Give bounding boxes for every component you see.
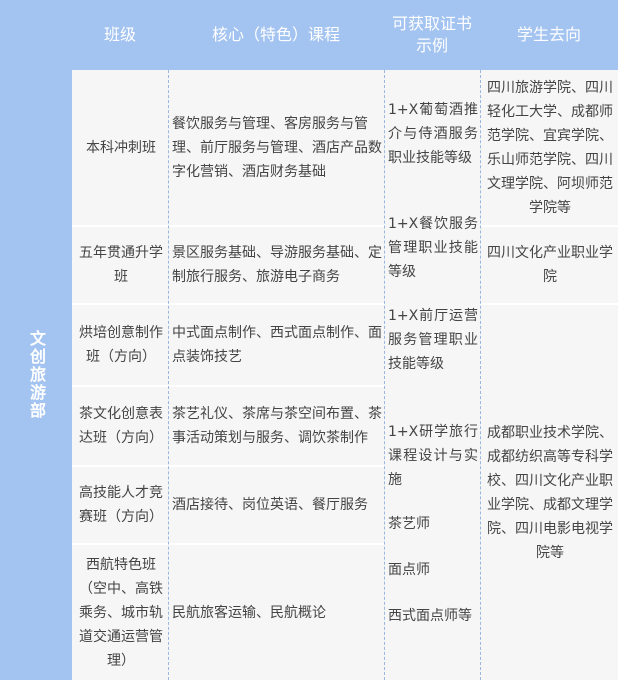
header-certificates: 可获取证书示例 (384, 0, 480, 70)
department-label: 文创旅游部 (27, 330, 46, 420)
class-name-cell: 五年贯通升学班 (72, 227, 168, 303)
department-cell: 文创旅游部 (0, 70, 72, 680)
header-class: 班级 (72, 0, 168, 70)
courses-cell: 景区服务基础、导游服务基础、定制旅行服务、旅游电子商务 (168, 227, 384, 303)
enrollment-table: 班级 核心（特色）课程 可获取证书示例 学生去向 文创旅游部 本科冲刺班 五年贯… (0, 0, 618, 680)
column-divider (480, 70, 481, 680)
destination-cell: 四川文化产业职业学院 (480, 227, 618, 303)
column-divider (384, 70, 385, 680)
header-destinations: 学生去向 (480, 0, 618, 70)
header-courses: 核心（特色）课程 (168, 0, 384, 70)
destination-cell: 成都职业技术学院、成都纺织高等专科学校、四川文化产业职业学院、成都文理学院、四川… (480, 305, 618, 680)
courses-cell: 茶艺礼仪、茶席与茶空间布置、茶事活动策划与服务、调饮茶制作 (168, 387, 384, 465)
class-name-cell: 本科冲刺班 (72, 70, 168, 225)
class-name-cell: 西航特色班（空中、高铁乘务、城市轨道交通运营管理） (72, 545, 168, 680)
certificate-item: 1+X研学旅行课程设计与实施 (388, 424, 478, 488)
courses-cell: 民航旅客运输、民航概论 (168, 545, 384, 680)
class-name-cell: 高技能人才竞赛班（方向） (72, 467, 168, 543)
certificate-item: 1+X前厅运营服务管理职业技能等级 (388, 308, 478, 372)
destination-cell: 四川旅游学院、四川轻化工大学、成都师范学院、宜宾学院、乐山师范学院、四川文理学院… (480, 70, 618, 225)
certificates-cell: 1+X葡萄酒推介与侍酒服务职业技能等级 1+X餐饮服务管理职业技能等级 1+X前… (384, 70, 480, 680)
certificate-item: 茶艺师 (388, 516, 430, 532)
courses-cell: 酒店接待、岗位英语、餐厅服务 (168, 467, 384, 543)
certificate-item: 1+X葡萄酒推介与侍酒服务职业技能等级 (388, 102, 478, 166)
courses-cell: 中式面点制作、西式面点制作、面点装饰技艺 (168, 305, 384, 385)
class-name-cell: 烘培创意制作班（方向） (72, 305, 168, 385)
certificate-item: 面点师 (388, 562, 430, 578)
courses-cell: 餐饮服务与管理、客房服务与管理、前厅服务与管理、酒店产品数字化营销、酒店财务基础 (168, 70, 384, 225)
certificate-item: 西式面点师等 (388, 608, 472, 624)
class-name-cell: 茶文化创意表达班（方向） (72, 387, 168, 465)
column-divider (168, 70, 169, 680)
header-spacer (0, 0, 72, 70)
certificate-item: 1+X餐饮服务管理职业技能等级 (388, 216, 478, 280)
